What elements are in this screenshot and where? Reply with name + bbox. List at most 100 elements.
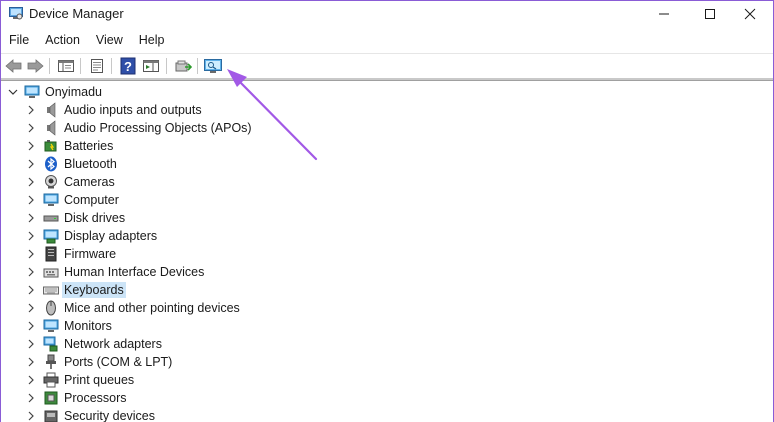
chevron-right-icon[interactable] <box>25 320 37 332</box>
tree-root-label: Onyimadu <box>45 85 102 99</box>
tree-item-label: Audio inputs and outputs <box>64 103 202 117</box>
tree-item-label: Display adapters <box>64 229 158 243</box>
title-bar[interactable]: Device Manager <box>1 1 773 27</box>
minimize-button[interactable] <box>641 1 687 27</box>
tree-item[interactable]: Computer <box>1 191 401 209</box>
tree-item[interactable]: Keyboards <box>1 281 401 299</box>
properties-button[interactable] <box>87 56 107 76</box>
device-tree: Onyimadu Audio inputs and outputs Audio P… <box>1 83 773 422</box>
help-button[interactable]: ? <box>118 56 138 76</box>
forward-arrow-icon <box>27 59 44 73</box>
window-frame: Device Manager File Action View Help ? O… <box>0 0 774 422</box>
tree-item[interactable]: Monitors <box>1 317 401 335</box>
tree-item-label: Batteries <box>64 139 114 153</box>
help-icon: ? <box>120 57 136 75</box>
chevron-right-icon[interactable] <box>25 338 37 350</box>
tree-root[interactable]: Onyimadu <box>1 83 301 101</box>
monitor-icon <box>43 319 59 332</box>
menu-action[interactable]: Action <box>37 30 88 50</box>
chevron-right-icon[interactable] <box>25 176 37 188</box>
tree-item-label: Human Interface Devices <box>64 265 205 279</box>
tree-item-label: Audio Processing Objects (APOs) <box>64 121 252 135</box>
tree-item[interactable]: Security devices <box>1 407 401 422</box>
printer-icon <box>43 372 59 388</box>
keyboard-icon <box>43 286 59 295</box>
battery-icon <box>44 140 57 152</box>
speaker-icon <box>47 120 56 136</box>
chevron-right-icon[interactable] <box>25 302 37 314</box>
chevron-right-icon[interactable] <box>25 140 37 152</box>
tree-item-label: Print queues <box>64 373 135 387</box>
properties-sheet-icon <box>91 59 103 73</box>
svg-text:?: ? <box>124 59 132 74</box>
menu-help[interactable]: Help <box>131 30 173 50</box>
toolbar-divider <box>1 78 773 81</box>
tree-item-label: Firmware <box>64 247 117 261</box>
update-driver-icon <box>175 60 192 72</box>
tree-item[interactable]: Cameras <box>1 173 401 191</box>
properties-console-icon <box>58 60 74 72</box>
scan-hardware-changes-button[interactable] <box>203 56 223 76</box>
chevron-right-icon[interactable] <box>25 158 37 170</box>
chevron-right-icon[interactable] <box>25 212 37 224</box>
tree-item[interactable]: Audio inputs and outputs <box>1 101 401 119</box>
chevron-right-icon[interactable] <box>25 104 37 116</box>
firmware-icon <box>45 246 57 262</box>
tree-item[interactable]: Batteries <box>1 137 401 155</box>
processor-icon <box>44 391 58 405</box>
forward-button[interactable] <box>25 56 45 76</box>
tree-item[interactable]: Firmware <box>1 245 401 263</box>
toolbar-separator <box>49 58 50 74</box>
tree-item[interactable]: Network adapters <box>1 335 401 353</box>
hid-icon <box>43 268 59 278</box>
chevron-right-icon[interactable] <box>25 194 37 206</box>
chevron-right-icon[interactable] <box>25 230 37 242</box>
chevron-down-icon[interactable] <box>7 86 19 98</box>
menu-view[interactable]: View <box>88 30 131 50</box>
chevron-right-icon[interactable] <box>25 284 37 296</box>
tree-item-label: Disk drives <box>64 211 126 225</box>
tree-item[interactable]: Audio Processing Objects (APOs) <box>1 119 401 137</box>
tree-item[interactable]: Disk drives <box>1 209 401 227</box>
chevron-right-icon[interactable] <box>25 266 37 278</box>
chevron-right-icon[interactable] <box>25 356 37 368</box>
toolbar-separator <box>80 58 81 74</box>
menu-file[interactable]: File <box>1 30 37 50</box>
console-tree-button[interactable] <box>56 56 76 76</box>
mouse-icon <box>46 300 56 316</box>
tree-item-label: Monitors <box>64 319 112 333</box>
toolbar-separator <box>197 58 198 74</box>
window-title: Device Manager <box>29 6 124 21</box>
back-arrow-icon <box>5 59 22 73</box>
tree-item[interactable]: Display adapters <box>1 227 401 245</box>
chevron-right-icon[interactable] <box>25 374 37 386</box>
toolbar: ? <box>1 53 773 77</box>
chevron-right-icon[interactable] <box>25 392 37 404</box>
show-hide-pane-button[interactable] <box>141 56 161 76</box>
tree-item[interactable]: Bluetooth <box>1 155 401 173</box>
display-adapter-icon <box>43 229 59 244</box>
chevron-right-icon[interactable] <box>25 248 37 260</box>
back-button[interactable] <box>4 56 24 76</box>
bluetooth-icon <box>45 156 57 172</box>
toolbar-separator <box>111 58 112 74</box>
tree-item-label: Bluetooth <box>64 157 117 171</box>
tree-item[interactable]: Processors <box>1 389 401 407</box>
close-button[interactable] <box>727 1 773 27</box>
update-driver-button[interactable] <box>173 56 193 76</box>
chevron-right-icon[interactable] <box>25 122 37 134</box>
tree-item-label: Ports (COM & LPT) <box>64 355 173 369</box>
tree-item[interactable]: Print queues <box>1 371 401 389</box>
scan-hardware-changes-icon <box>204 59 222 73</box>
chevron-right-icon[interactable] <box>25 410 37 422</box>
tree-item[interactable]: Ports (COM & LPT) <box>1 353 401 371</box>
computer-root-icon <box>24 85 40 98</box>
minimize-icon <box>659 13 669 15</box>
tree-item-label: Computer <box>64 193 119 207</box>
tree-item-label: Processors <box>64 391 127 405</box>
toolbar-separator <box>166 58 167 74</box>
tree-item-label: Keyboards <box>62 282 126 298</box>
menu-bar: File Action View Help <box>1 30 173 50</box>
tree-item[interactable]: Mice and other pointing devices <box>1 299 401 317</box>
tree-item[interactable]: Human Interface Devices <box>1 263 401 281</box>
